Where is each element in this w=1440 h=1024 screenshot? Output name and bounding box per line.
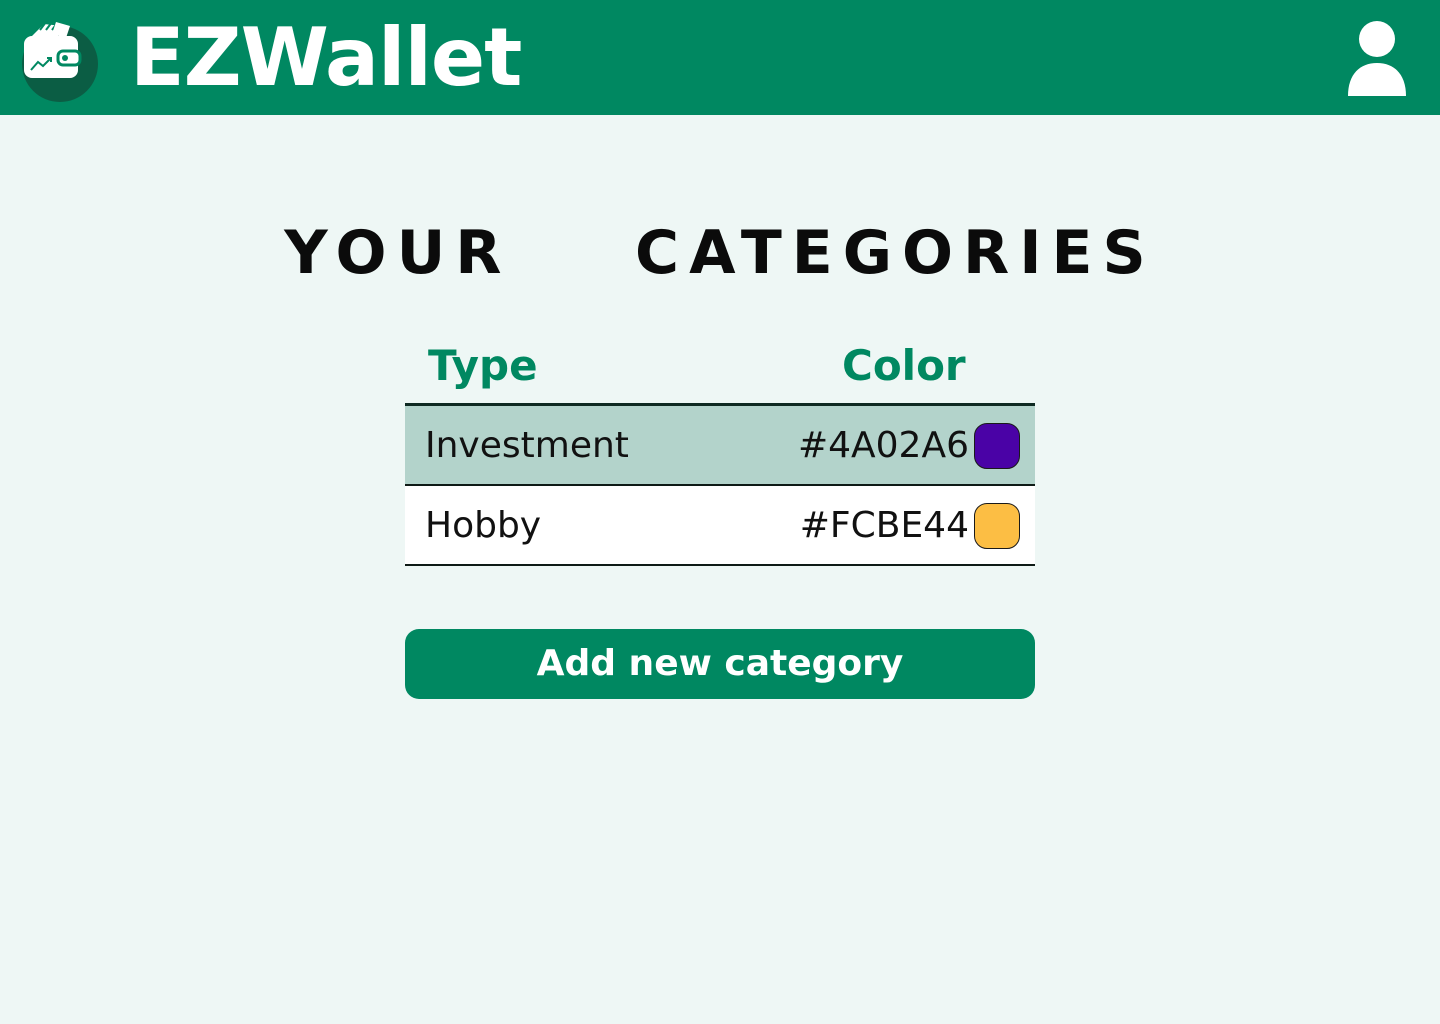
add-category-button[interactable]: Add new category: [405, 629, 1035, 699]
column-header-color: Color: [842, 341, 966, 390]
top-bar: EZWallet: [0, 0, 1440, 115]
app-title: EZWallet: [130, 11, 522, 104]
category-color-hex: #FCBE44: [799, 505, 969, 546]
category-type: Investment: [425, 425, 629, 466]
category-type: Hobby: [425, 505, 542, 546]
category-color-hex: #4A02A6: [797, 425, 969, 466]
categories-table: Investment #4A02A6 Hobby #FCBE44: [405, 403, 1035, 566]
user-account-button[interactable]: [1344, 18, 1410, 98]
column-header-type: Type: [428, 341, 538, 390]
user-icon: [1348, 21, 1406, 96]
page-title: YOUR CATEGORIES: [284, 218, 1156, 288]
color-swatch: [974, 503, 1020, 549]
color-swatch: [974, 423, 1020, 469]
category-row[interactable]: Investment #4A02A6: [405, 406, 1035, 486]
wallet-icon: [22, 21, 98, 102]
category-row[interactable]: Hobby #FCBE44: [405, 486, 1035, 566]
